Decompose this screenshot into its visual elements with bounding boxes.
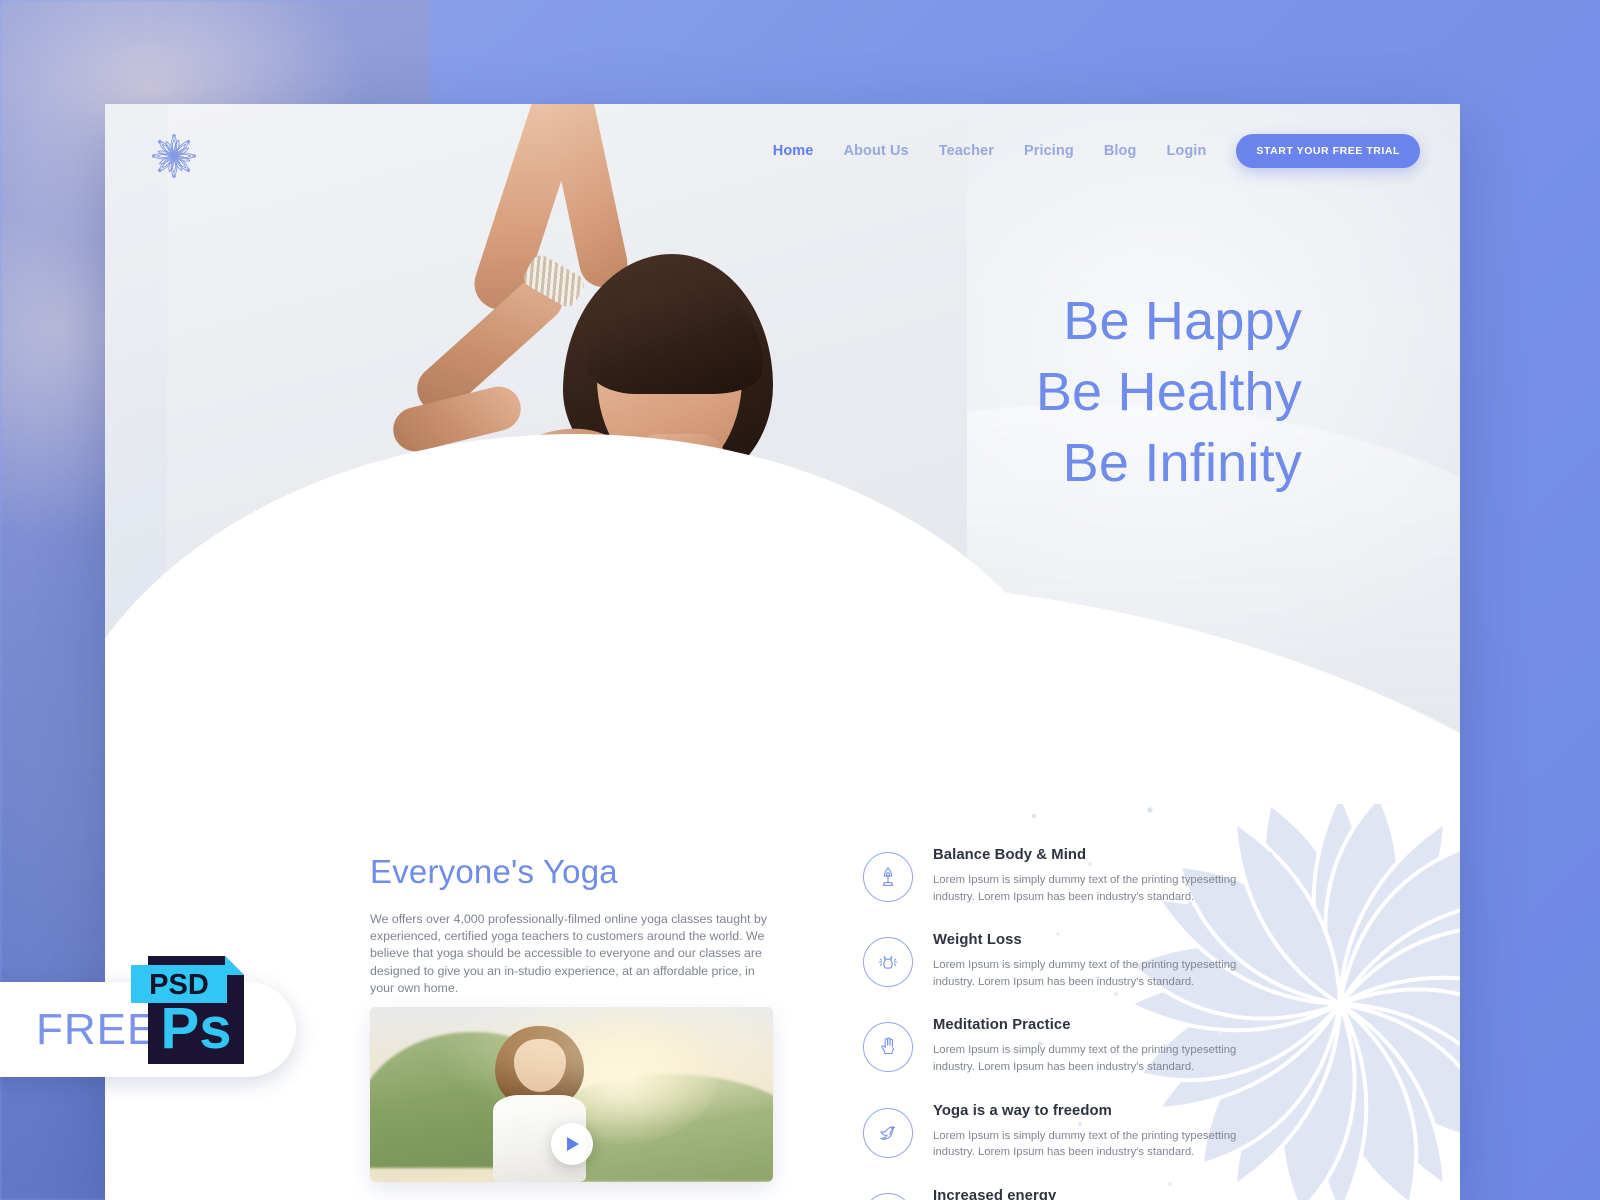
feature-text: Increased energy Lorem Ipsum is simply d…	[933, 1187, 1263, 1200]
feature-title: Weight Loss	[933, 932, 1022, 949]
play-triangle-icon	[567, 1136, 579, 1151]
section-body-text: We offers over 4,000 professionally-film…	[370, 912, 767, 995]
nav-links-group: Home About Us Teacher Pricing Blog Login…	[773, 134, 1420, 168]
headline-line-3: Be Infinity	[1062, 433, 1302, 493]
free-psd-badge: FREE PSD Ps	[0, 956, 296, 1077]
feature-title: Balance Body & Mind	[933, 847, 1087, 863]
feature-item: Yoga is a way to freedom Lorem Ipsum is …	[863, 1102, 1263, 1161]
feature-title: Meditation Practice	[933, 1017, 1071, 1034]
feature-description: Lorem Ipsum is simply dummy text of the …	[933, 959, 1237, 988]
feature-item: Balance Body & Mind Lorem Ipsum is simpl…	[863, 846, 1263, 905]
play-button-icon[interactable]	[550, 1122, 593, 1165]
ps-wordmark-label: Ps	[161, 996, 232, 1061]
feature-text: Meditation Practice Lorem Ipsum is simpl…	[933, 1016, 1263, 1075]
nav-item-home[interactable]: Home	[773, 143, 814, 159]
nav-item-about-us[interactable]: About Us	[843, 143, 908, 159]
nav-item-pricing[interactable]: Pricing	[1024, 143, 1074, 159]
nav-item-blog[interactable]: Blog	[1104, 143, 1137, 159]
video-thumbnail-card[interactable]	[370, 1007, 773, 1182]
lotus-mandala-logo[interactable]	[146, 128, 202, 184]
nav-item-login[interactable]: Login	[1166, 143, 1206, 159]
lightning-bolt-icon	[863, 1192, 913, 1200]
dove-bird-icon	[863, 1107, 913, 1158]
waistline-icon	[863, 937, 913, 988]
feature-description: Lorem Ipsum is simply dummy text of the …	[933, 1129, 1237, 1159]
feature-description: Lorem Ipsum is simply dummy text of the …	[933, 874, 1237, 903]
meditation-statue-icon	[863, 852, 913, 902]
website-mockup-card: Home About Us Teacher Pricing Blog Login…	[105, 104, 1460, 1200]
feature-title: Yoga is a way to freedom	[933, 1102, 1112, 1119]
nav-item-teacher[interactable]: Teacher	[939, 143, 994, 159]
feature-item: Increased energy Lorem Ipsum is simply d…	[863, 1187, 1263, 1200]
section-title: Everyone's Yoga	[370, 853, 618, 890]
feature-list: Balance Body & Mind Lorem Ipsum is simpl…	[863, 846, 1263, 1200]
start-free-trial-button[interactable]: START YOUR FREE TRIAL	[1236, 134, 1420, 168]
headline-line-1: Be Happy	[1063, 291, 1302, 351]
mudra-hand-icon	[863, 1022, 913, 1073]
intro-column: Everyone's Yoga We offers over 4,000 pro…	[370, 852, 780, 997]
content-section: Everyone's Yoga We offers over 4,000 pro…	[105, 804, 1460, 1200]
hero-headline: Be Happy Be Healthy Be Infinity	[1036, 286, 1302, 499]
photoshop-psd-file-icon: PSD Ps	[126, 942, 251, 1070]
top-navigation-bar: Home About Us Teacher Pricing Blog Login…	[105, 104, 1460, 199]
feature-item: Meditation Practice Lorem Ipsum is simpl…	[863, 1016, 1263, 1075]
feature-text: Yoga is a way to freedom Lorem Ipsum is …	[933, 1102, 1263, 1161]
feature-text: Weight Loss Lorem Ipsum is simply dummy …	[933, 931, 1263, 990]
feature-title: Increased energy	[933, 1187, 1057, 1200]
feature-item: Weight Loss Lorem Ipsum is simply dummy …	[863, 931, 1263, 990]
feature-description: Lorem Ipsum is simply dummy text of the …	[933, 1044, 1237, 1073]
feature-text: Balance Body & Mind Lorem Ipsum is simpl…	[933, 846, 1263, 905]
headline-line-2: Be Healthy	[1035, 362, 1302, 422]
